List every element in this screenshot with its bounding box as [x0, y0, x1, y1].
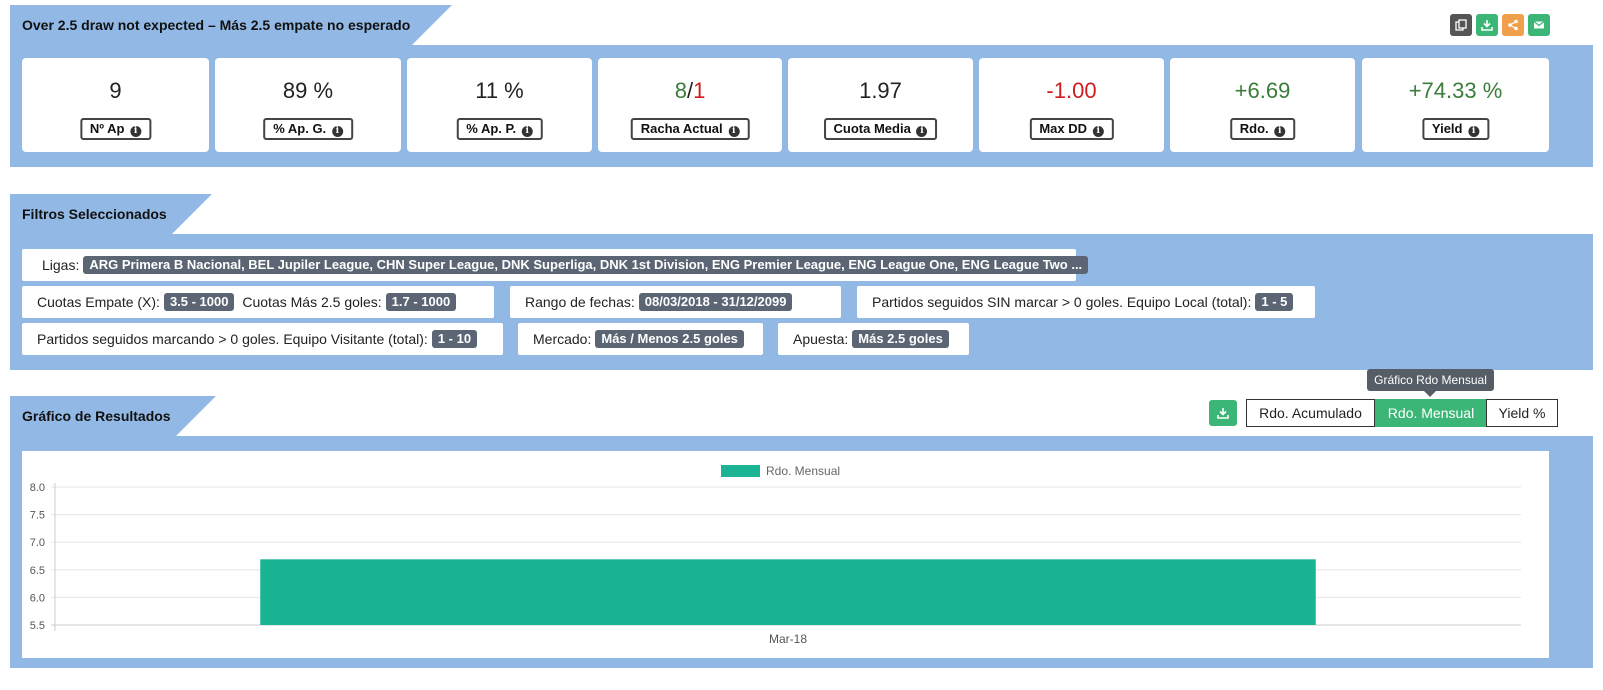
mail-icon: [1533, 21, 1545, 29]
stat-value: +74.33 %: [1408, 78, 1503, 103]
legend-label: Rdo. Mensual: [766, 464, 840, 478]
stat-label-button[interactable]: Cuota Media i: [823, 118, 938, 140]
share-icon: [1508, 19, 1518, 31]
info-icon: i: [521, 126, 533, 137]
filter-cuotas: Cuotas Empate (X): 3.5 - 1000 Cuotas Más …: [22, 286, 494, 318]
bar: [260, 559, 1316, 625]
chart-download-button[interactable]: [1209, 400, 1237, 426]
stats-panel: 9 Nº Ap i 89 % % Ap. G. i 11 % % Ap. P. …: [10, 45, 1593, 167]
copy-icon: [1455, 19, 1467, 31]
racha-losses: 1: [693, 78, 706, 103]
info-icon: i: [1468, 126, 1480, 137]
stat-label-button[interactable]: % Ap. P. i: [456, 118, 543, 140]
tab-rdo-acumulado[interactable]: Rdo. Acumulado: [1246, 399, 1375, 427]
stat-card-racha-actual: 8/1 Racha Actual i: [598, 58, 782, 152]
filter-label: Partidos seguidos SIN marcar > 0 goles. …: [872, 294, 1252, 310]
stat-value: +6.69: [1234, 78, 1291, 103]
stat-card-pct-ap-g: 89 % % Ap. G. i: [215, 58, 401, 152]
stat-card-rdo: +6.69 Rdo. i: [1170, 58, 1355, 152]
share-button[interactable]: [1502, 14, 1524, 36]
info-icon: i: [728, 126, 740, 137]
y-tick-label: 7.5: [30, 510, 45, 522]
stat-card-max-dd: -1.00 Max DD i: [979, 58, 1164, 152]
stat-label-text: Racha Actual: [640, 121, 723, 136]
results-title: Gráfico de Resultados: [10, 396, 216, 436]
filter-mercado: Mercado: Más / Menos 2.5 goles: [518, 323, 763, 355]
page-title: Over 2.5 draw not expected – Más 2.5 emp…: [10, 5, 452, 45]
stat-label-text: % Ap. P.: [466, 121, 517, 136]
tooltip: Gráfico Rdo Mensual: [1367, 369, 1494, 397]
filter-value: 08/03/2018 - 31/12/2099: [638, 293, 793, 311]
download-icon: [1481, 20, 1493, 31]
filter-label: Apuesta:: [793, 331, 849, 347]
y-tick-label: 6.5: [30, 565, 45, 577]
filter-apuesta: Apuesta: Más 2.5 goles: [778, 323, 969, 355]
stat-label-text: Nº Ap: [89, 121, 125, 136]
stat-value: 1.97: [859, 78, 902, 103]
stat-value: 8/1: [598, 78, 782, 104]
info-icon: i: [1274, 126, 1286, 137]
filter-label: Partidos seguidos marcando > 0 goles. Eq…: [37, 331, 428, 347]
info-icon: i: [130, 126, 142, 137]
filter-value: 1.7 - 1000: [385, 293, 457, 311]
tab-rdo-mensual[interactable]: Rdo. Mensual: [1375, 399, 1487, 427]
chart: Rdo. Mensual 8.0 7.5 7.0 6.5 6.0 5.5 Mar-18: [30, 464, 1521, 646]
filter-marcando: Partidos seguidos marcando > 0 goles. Eq…: [22, 323, 503, 355]
stat-value: 89 %: [282, 78, 334, 103]
filter-label: Cuotas Más 2.5 goles:: [242, 294, 382, 310]
stat-label-button[interactable]: Nº Ap i: [79, 118, 152, 140]
filter-label: Rango de fechas:: [525, 294, 635, 310]
stat-card-yield: +74.33 % Yield i: [1362, 58, 1549, 152]
stat-card-cuota-media: 1.97 Cuota Media i: [788, 58, 973, 152]
y-tick-label: 8.0: [30, 482, 45, 494]
download-icon: [1217, 408, 1229, 419]
filter-label: Ligas:: [42, 257, 80, 273]
x-tick-label: Mar-18: [769, 632, 807, 646]
filter-value: 1 - 5: [1255, 293, 1294, 311]
racha-wins: 8: [674, 78, 687, 103]
legend-swatch: [721, 465, 760, 477]
tab-yield[interactable]: Yield %: [1486, 399, 1558, 427]
stat-label-text: % Ap. G.: [273, 121, 327, 136]
filter-ligas: Ligas: ARG Primera B Nacional, BEL Jupile…: [22, 249, 1089, 281]
y-tick-label: 7.0: [30, 537, 45, 549]
copy-button[interactable]: [1450, 14, 1472, 36]
mail-button[interactable]: [1528, 14, 1550, 36]
stat-value: -1.00: [1046, 78, 1097, 103]
stat-label-button[interactable]: Racha Actual i: [630, 118, 750, 140]
filters-title: Filtros Seleccionados: [10, 194, 212, 234]
filter-value: Más / Menos 2.5 goles: [595, 330, 744, 348]
filter-label: Mercado:: [533, 331, 592, 347]
stat-card-num-ap: 9 Nº Ap i: [22, 58, 209, 152]
download-button[interactable]: [1476, 14, 1498, 36]
y-tick-label: 5.5: [30, 620, 45, 632]
filter-value: Más 2.5 goles: [852, 330, 949, 348]
stat-label-text: Max DD: [1039, 121, 1088, 136]
stat-label-button[interactable]: Rdo. i: [1229, 118, 1296, 140]
filter-label: Cuotas Empate (X):: [37, 294, 160, 310]
stat-label-button[interactable]: % Ap. G. i: [263, 118, 353, 140]
filter-sin-marcar: Partidos seguidos SIN marcar > 0 goles. …: [857, 286, 1315, 318]
stat-value: 11 %: [475, 78, 524, 103]
stat-label-button[interactable]: Max DD i: [1029, 118, 1114, 140]
stat-label-text: Rdo.: [1239, 121, 1269, 136]
chart-container: Rdo. Mensual 8.0 7.5 7.0 6.5 6.0 5.5 Mar-18: [22, 451, 1549, 658]
filter-value: ARG Primera B Nacional, BEL Jupiler Leag…: [83, 256, 1089, 274]
info-icon: i: [1092, 126, 1104, 137]
filter-value: 1 - 10: [431, 330, 478, 348]
filter-value: 3.5 - 1000: [163, 293, 235, 311]
y-tick-label: 6.0: [30, 592, 45, 604]
stat-label-button[interactable]: Yield i: [1421, 118, 1490, 140]
stat-card-pct-ap-p: 11 % % Ap. P. i: [407, 58, 592, 152]
stat-label-text: Cuota Media: [833, 121, 911, 136]
filter-rango-fechas: Rango de fechas: 08/03/2018 - 31/12/2099: [510, 286, 841, 318]
info-icon: i: [916, 126, 928, 137]
stat-value: 9: [109, 78, 122, 103]
stat-label-text: Yield: [1431, 121, 1463, 136]
info-icon: i: [331, 126, 343, 137]
